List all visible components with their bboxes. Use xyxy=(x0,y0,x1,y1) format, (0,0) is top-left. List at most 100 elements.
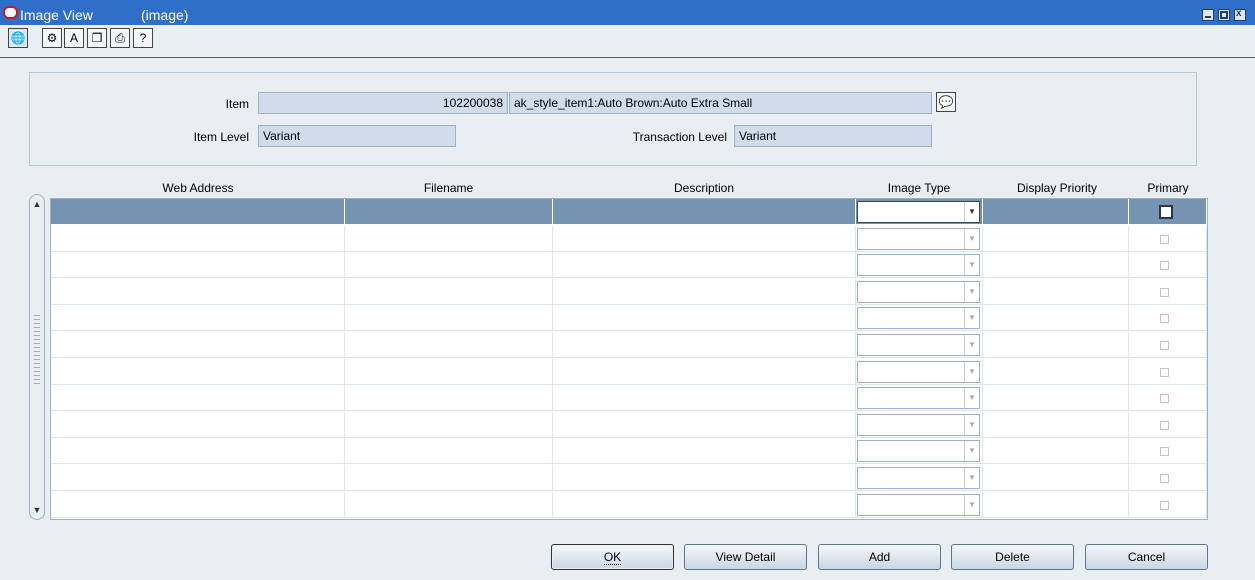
table-cell[interactable] xyxy=(553,278,856,305)
table-cell[interactable] xyxy=(51,278,345,305)
table-cell[interactable] xyxy=(983,465,1129,491)
table-cell[interactable] xyxy=(345,385,553,412)
table-cell[interactable] xyxy=(345,252,553,279)
table-cell[interactable] xyxy=(983,225,1129,252)
primary-checkbox[interactable] xyxy=(1160,261,1169,271)
help-icon[interactable]: ? xyxy=(133,28,153,48)
table-cell[interactable] xyxy=(983,385,1129,412)
delete-button[interactable]: Delete xyxy=(951,544,1074,570)
table-cell[interactable] xyxy=(983,199,1129,225)
table-row[interactable]: ▼ xyxy=(51,252,1209,279)
table-row[interactable]: ▼ xyxy=(51,385,1209,412)
table-cell[interactable] xyxy=(553,411,856,438)
item-level-field[interactable]: Variant xyxy=(258,125,456,147)
table-cell[interactable] xyxy=(345,411,553,438)
chevron-down-icon[interactable]: ▼ xyxy=(964,228,979,249)
table-row[interactable]: ▼ xyxy=(51,225,1209,252)
table-cell[interactable] xyxy=(553,252,856,279)
table-cell[interactable] xyxy=(553,465,856,491)
table-cell[interactable] xyxy=(51,438,345,465)
image-type-select[interactable]: ▼ xyxy=(857,360,980,383)
image-type-select[interactable]: ▼ xyxy=(857,413,980,436)
table-cell[interactable] xyxy=(983,278,1129,305)
table-cell[interactable] xyxy=(553,305,856,332)
scroll-up-icon[interactable]: ▲ xyxy=(32,199,42,209)
transaction-level-field[interactable]: Variant xyxy=(734,125,932,147)
table-cell[interactable] xyxy=(51,305,345,332)
primary-checkbox[interactable] xyxy=(1160,287,1169,297)
table-row[interactable]: ▼ xyxy=(51,438,1209,465)
primary-checkbox[interactable] xyxy=(1160,341,1169,350)
add-button[interactable]: Add xyxy=(818,544,941,570)
table-cell[interactable] xyxy=(983,305,1129,332)
view-detail-button[interactable]: View Detail xyxy=(684,544,807,570)
table-cell[interactable] xyxy=(983,252,1129,279)
primary-checkbox[interactable] xyxy=(1160,394,1169,404)
table-cell[interactable] xyxy=(553,199,856,225)
item-number-field[interactable]: 102200038 xyxy=(258,92,508,114)
close-icon[interactable]: x xyxy=(1234,9,1246,21)
table-cell[interactable] xyxy=(553,491,856,518)
minimize-icon[interactable] xyxy=(1202,9,1214,21)
chevron-down-icon[interactable]: ▼ xyxy=(964,255,979,276)
table-cell[interactable] xyxy=(345,278,553,305)
table-cell[interactable] xyxy=(51,199,345,225)
table-cell[interactable] xyxy=(51,411,345,438)
vertical-scrollbar[interactable]: ▲ ▼ xyxy=(29,194,45,520)
table-cell[interactable] xyxy=(51,332,345,358)
image-type-select[interactable]: ▼ xyxy=(857,334,980,356)
chevron-down-icon[interactable]: ▼ xyxy=(964,468,979,488)
table-cell[interactable] xyxy=(51,385,345,412)
table-cell[interactable] xyxy=(345,332,553,358)
table-row[interactable]: ▼ xyxy=(51,465,1209,491)
image-type-select[interactable]: ▼ xyxy=(857,387,980,410)
table-cell[interactable] xyxy=(345,358,553,385)
comment-icon[interactable]: 💬 xyxy=(936,92,956,112)
table-cell[interactable] xyxy=(51,465,345,491)
primary-checkbox[interactable] xyxy=(1160,367,1169,377)
table-cell[interactable] xyxy=(345,465,553,491)
item-description-field[interactable]: ak_style_item1:Auto Brown:Auto Extra Sma… xyxy=(509,92,932,114)
image-type-select[interactable]: ▼ xyxy=(857,440,980,463)
table-cell[interactable] xyxy=(983,332,1129,358)
table-cell[interactable] xyxy=(51,252,345,279)
table-cell[interactable] xyxy=(553,438,856,465)
table-cell[interactable] xyxy=(345,438,553,465)
primary-checkbox[interactable] xyxy=(1160,420,1169,430)
chevron-down-icon[interactable]: ▼ xyxy=(964,308,979,329)
scroll-down-icon[interactable]: ▼ xyxy=(32,505,42,515)
image-type-select[interactable]: ▼ xyxy=(857,201,980,223)
chevron-down-icon[interactable]: ▼ xyxy=(964,494,979,515)
chevron-down-icon[interactable]: ▼ xyxy=(964,202,979,222)
copy-icon[interactable]: ❐ xyxy=(87,28,107,48)
chevron-down-icon[interactable]: ▼ xyxy=(964,361,979,382)
image-type-select[interactable]: ▼ xyxy=(857,280,980,303)
image-type-select[interactable]: ▼ xyxy=(857,227,980,250)
chevron-down-icon[interactable]: ▼ xyxy=(964,388,979,409)
info-icon[interactable]: ⚙ xyxy=(42,28,62,48)
image-type-select[interactable]: ▼ xyxy=(857,467,980,489)
primary-checkbox[interactable] xyxy=(1159,205,1173,219)
primary-checkbox[interactable] xyxy=(1160,314,1169,324)
table-cell[interactable] xyxy=(553,385,856,412)
cancel-button[interactable]: Cancel xyxy=(1085,544,1208,570)
primary-checkbox[interactable] xyxy=(1160,500,1169,510)
image-type-select[interactable]: ▼ xyxy=(857,493,980,516)
table-cell[interactable] xyxy=(983,438,1129,465)
table-cell[interactable] xyxy=(345,199,553,225)
table-row[interactable]: ▼ xyxy=(51,199,1209,225)
table-row[interactable]: ▼ xyxy=(51,491,1209,518)
table-row[interactable]: ▼ xyxy=(51,358,1209,385)
table-cell[interactable] xyxy=(345,225,553,252)
chevron-down-icon[interactable]: ▼ xyxy=(964,281,979,302)
chevron-down-icon[interactable]: ▼ xyxy=(964,414,979,435)
table-row[interactable]: ▼ xyxy=(51,411,1209,438)
globe-icon[interactable]: 🌐 xyxy=(8,28,28,48)
table-cell[interactable] xyxy=(983,491,1129,518)
primary-checkbox[interactable] xyxy=(1160,474,1169,483)
table-row[interactable]: ▼ xyxy=(51,278,1209,305)
table-cell[interactable] xyxy=(345,305,553,332)
table-cell[interactable] xyxy=(51,491,345,518)
chevron-down-icon[interactable]: ▼ xyxy=(964,335,979,355)
maximize-icon[interactable] xyxy=(1218,9,1230,21)
